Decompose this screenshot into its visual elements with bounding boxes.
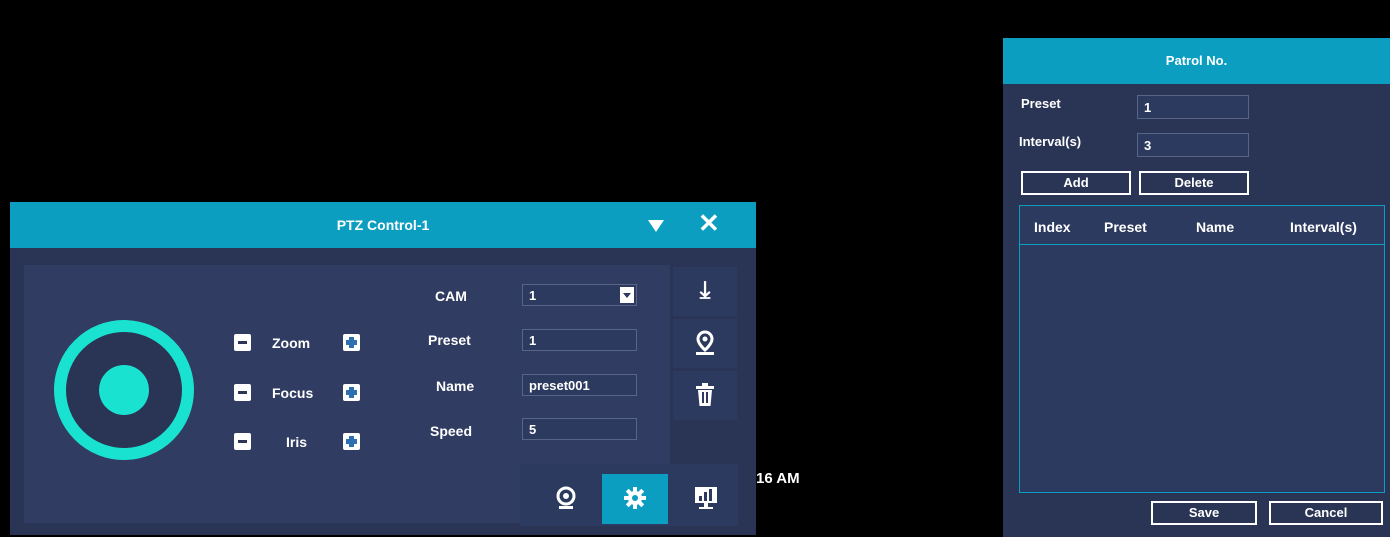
ptz-joystick-knob[interactable]: [99, 365, 149, 415]
focus-label: Focus: [272, 385, 314, 401]
ptz-joystick[interactable]: [54, 320, 194, 460]
preset-label: Preset: [428, 332, 471, 348]
column-header-name: Name: [1196, 219, 1235, 235]
trash-icon: [695, 383, 715, 412]
webcam-icon: [556, 486, 576, 515]
patrol-table-header: Index Preset Name Interval(s): [1020, 206, 1384, 245]
patrol-preset-input[interactable]: [1137, 95, 1249, 119]
cancel-button[interactable]: Cancel: [1269, 501, 1383, 525]
zoom-label: Zoom: [272, 335, 311, 351]
chevron-down-icon[interactable]: [648, 220, 664, 232]
patrol-interval-label: Interval(s): [1019, 134, 1082, 149]
patrol-interval-input[interactable]: [1137, 133, 1249, 157]
clock-text: 16 AM: [756, 470, 800, 487]
cam-select[interactable]: 1: [522, 284, 637, 306]
save-preset-button[interactable]: ⤓: [673, 267, 737, 316]
delete-preset-button[interactable]: [673, 371, 737, 420]
add-button[interactable]: Add: [1021, 171, 1131, 195]
gear-icon: [624, 487, 646, 514]
ptz-titlebar: PTZ Control-1 ✕: [10, 202, 756, 248]
chart-monitor-icon: [694, 486, 718, 515]
delete-button[interactable]: Delete: [1139, 171, 1249, 195]
patrol-preset-label: Preset: [1021, 96, 1061, 111]
focus-out-button[interactable]: [234, 384, 251, 401]
cam-select-value: 1: [529, 288, 537, 303]
save-button[interactable]: Save: [1151, 501, 1257, 525]
download-icon: ⤓: [699, 277, 711, 304]
tab-monitor[interactable]: [672, 474, 738, 524]
close-icon[interactable]: ✕: [698, 210, 720, 236]
patrol-title: Patrol No.: [1165, 53, 1228, 68]
ptz-title: PTZ Control-1: [336, 217, 430, 233]
name-input[interactable]: [522, 374, 637, 396]
speed-input[interactable]: [522, 418, 637, 440]
name-label: Name: [436, 378, 475, 394]
column-header-index: Index: [1034, 219, 1071, 235]
call-preset-button[interactable]: [673, 319, 737, 368]
preset-input[interactable]: [522, 329, 637, 351]
column-header-interval: Interval(s): [1290, 219, 1357, 235]
iris-close-button[interactable]: [234, 433, 251, 450]
tab-camera[interactable]: [532, 474, 598, 524]
zoom-in-button[interactable]: [343, 334, 360, 351]
patrol-window: Patrol No. Preset Interval(s) Add Delete…: [1003, 38, 1390, 537]
column-header-preset: Preset: [1104, 219, 1147, 235]
dropdown-arrow-icon[interactable]: [620, 287, 634, 303]
speed-label: Speed: [430, 423, 473, 439]
ptz-control-window: PTZ Control-1 ✕ Zoom Focus Iris CAM 1 Pr…: [10, 202, 756, 535]
iris-open-button[interactable]: [343, 433, 360, 450]
iris-label: Iris: [286, 434, 308, 450]
cam-label: CAM: [435, 288, 467, 304]
location-pin-icon: [694, 330, 716, 355]
patrol-table: Index Preset Name Interval(s): [1019, 205, 1385, 493]
focus-in-button[interactable]: [343, 384, 360, 401]
zoom-out-button[interactable]: [234, 334, 251, 351]
patrol-titlebar: Patrol No.: [1003, 38, 1390, 84]
tab-settings[interactable]: [602, 474, 668, 524]
